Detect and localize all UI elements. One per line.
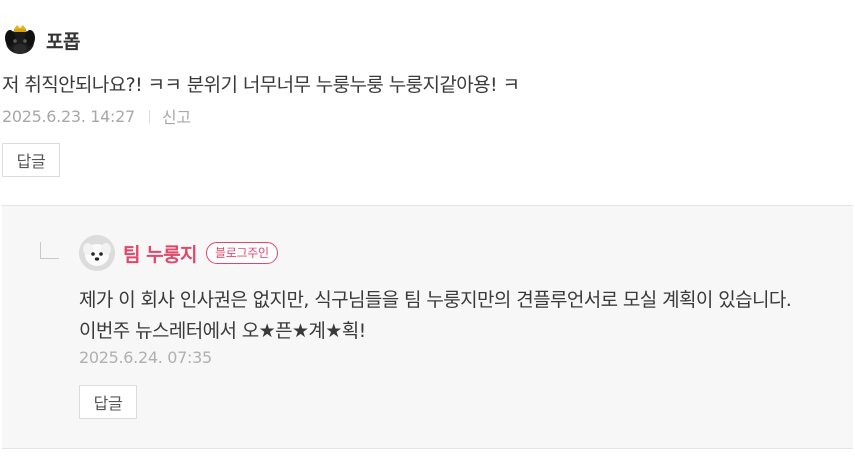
report-link[interactable]: 신고 [162,104,191,128]
reply-button[interactable]: 답글 [2,143,60,177]
comment-timestamp: 2025.6.23. 14:27 [2,106,135,126]
blog-owner-badge: 블로그주인 [206,242,278,264]
reply-text-line: 제가 이 회사 인사권은 없지만, 식구님들을 팀 누룽지만의 견플루언서로 모… [79,289,792,311]
reply-header: 팀 누룽지 블로그주인 [79,235,278,271]
reply-indent-icon [40,242,59,259]
comment-author[interactable]: 포폽 [46,27,80,54]
reply-container: 팀 누룽지 블로그주인 제가 이 회사 인사권은 없지만, 식구님들을 팀 누룽… [2,205,853,449]
black-dog-avatar-icon[interactable] [2,22,38,58]
meta-divider [148,109,150,123]
comment-text: 저 취직안되나요?! ㅋㅋ 분위기 너무너무 누룽누룽 누룽지같아용! ㅋ [2,74,520,96]
comment-meta: 2025.6.23. 14:27 신고 [2,104,191,128]
reply-timestamp: 2025.6.24. 07:35 [79,348,212,367]
white-puppy-avatar-icon[interactable] [79,235,115,271]
reply-author[interactable]: 팀 누룽지 [123,240,198,267]
reply-text: 제가 이 회사 인사권은 없지만, 식구님들을 팀 누룽지만의 견플루언서로 모… [79,285,792,347]
reply-text-line: 이번주 뉴스레터에서 오★픈★계★획! [79,320,366,342]
comment-header: 포폽 [2,22,80,58]
reply-button[interactable]: 답글 [79,385,137,419]
comment-thread: 포폽 저 취직안되나요?! ㅋㅋ 분위기 너무너무 누룽누룽 누룽지같아용! ㅋ… [0,0,855,459]
